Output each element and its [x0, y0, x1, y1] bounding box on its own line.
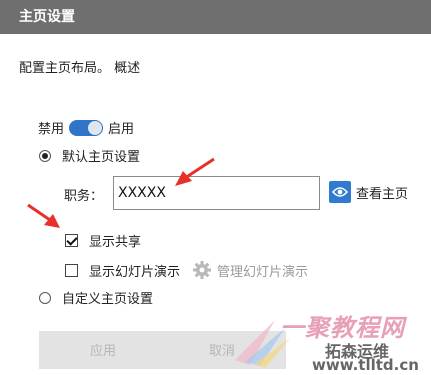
watermark-logo: 一聚教程网 拓森运维 www.tlltd.cn [230, 300, 430, 375]
arrow-to-checkbox-icon [27, 203, 60, 228]
watermark-url: www.tlltd.cn [312, 356, 419, 374]
arrow-to-input-icon [175, 157, 215, 186]
